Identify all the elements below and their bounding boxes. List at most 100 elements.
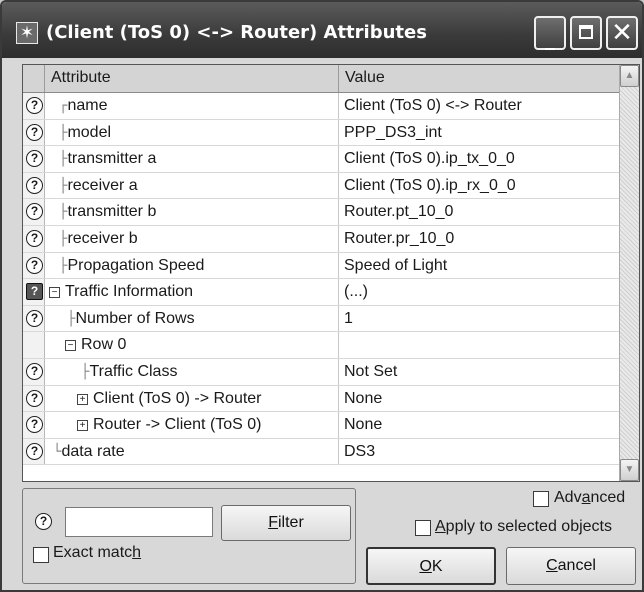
row-help-cell: ? [23, 226, 45, 252]
maximize-icon [579, 25, 593, 39]
maximize-button[interactable] [570, 16, 602, 50]
filter-group: ? Filter Exact match [22, 488, 356, 584]
collapse-icon[interactable]: − [49, 287, 60, 299]
ok-button[interactable]: OK [366, 547, 496, 585]
attribute-cell[interactable]: ├receiver a [45, 172, 339, 199]
help-icon[interactable]: ? [26, 283, 43, 301]
help-icon[interactable]: ? [26, 416, 43, 434]
filter-input[interactable] [65, 507, 213, 537]
help-icon[interactable]: ? [26, 203, 43, 221]
window-title: (Client (ToS 0) <-> Router) Attributes [46, 22, 427, 43]
attribute-cell[interactable]: ├Number of Rows [45, 305, 339, 332]
vertical-scrollbar[interactable]: ▲ ▼ [619, 65, 639, 481]
attribute-label: model [67, 123, 112, 141]
value-cell[interactable] [339, 332, 619, 358]
apply-selected-checkbox[interactable] [415, 520, 431, 536]
apply-mnemonic: A [435, 518, 446, 535]
attribute-cell[interactable]: ├Traffic Class [45, 359, 339, 385]
help-icon[interactable]: ? [26, 309, 43, 327]
table-row[interactable]: − Row 0 [23, 332, 619, 359]
value-cell[interactable]: Client (ToS 0).ip_rx_0_0 [339, 173, 619, 199]
attribute-label: Client (ToS 0) -> Router [93, 389, 262, 407]
help-icon[interactable]: ? [26, 97, 43, 114]
help-icon[interactable]: ? [26, 363, 43, 380]
attribute-cell[interactable]: ┌name [45, 93, 339, 119]
help-icon[interactable]: ? [26, 256, 43, 274]
header-value[interactable]: Value [339, 65, 619, 92]
row-help-cell: ? [23, 305, 45, 332]
value-cell[interactable]: Speed of Light [339, 253, 619, 279]
title-bar[interactable]: ✶ (Client (ToS 0) <-> Router) Attributes… [2, 2, 642, 58]
attribute-cell[interactable]: + Client (ToS 0) -> Router [45, 385, 339, 412]
table-row[interactable]: ? ┌name Client (ToS 0) <-> Router [23, 93, 619, 120]
value-cell[interactable]: Router.pt_10_0 [339, 199, 619, 225]
value-cell[interactable]: Router.pr_10_0 [339, 226, 619, 252]
table-row[interactable]: ? ├Number of Rows 1 [23, 305, 619, 333]
minimize-button[interactable]: _ [534, 16, 566, 50]
value-cell[interactable]: (...) [339, 279, 619, 305]
advanced-checkbox[interactable] [533, 491, 549, 507]
exact-match-label[interactable]: Exact match [53, 544, 141, 562]
scroll-up-icon[interactable]: ▲ [620, 65, 639, 87]
table-row[interactable]: ? ├Propagation Speed Speed of Light [23, 252, 619, 280]
row-help-cell: ? [23, 146, 45, 172]
attribute-cell[interactable]: + Router -> Client (ToS 0) [45, 412, 339, 438]
table-row[interactable]: ? − Traffic Information (...) [23, 279, 619, 306]
value-cell[interactable]: None [339, 386, 619, 412]
filter-button[interactable]: Filter [221, 505, 351, 541]
collapse-icon[interactable]: − [65, 340, 76, 352]
table-row[interactable]: ? ├transmitter b Router.pt_10_0 [23, 199, 619, 226]
apply-selected-label[interactable]: Apply to selected objects [435, 518, 612, 536]
attribute-label: name [67, 97, 108, 114]
scroll-down-icon[interactable]: ▼ [620, 459, 639, 481]
row-help-cell: ? [23, 199, 45, 225]
attribute-label: Propagation Speed [67, 256, 205, 274]
help-icon[interactable]: ? [26, 176, 43, 194]
value-cell[interactable]: Client (ToS 0) <-> Router [339, 93, 619, 119]
help-icon[interactable]: ? [26, 150, 43, 168]
table-row[interactable]: ? └data rate DS3 [23, 438, 619, 466]
advanced-label-pre: Adv [554, 489, 582, 506]
row-help-cell: ? [23, 412, 45, 438]
value-cell[interactable]: Client (ToS 0).ip_tx_0_0 [339, 146, 619, 172]
table-row[interactable]: ? ├receiver a Client (ToS 0).ip_rx_0_0 [23, 172, 619, 200]
value-cell[interactable]: 1 [339, 306, 619, 332]
help-icon[interactable]: ? [26, 123, 43, 141]
attribute-label: Router -> Client (ToS 0) [93, 416, 262, 434]
row-help-cell: ? [23, 119, 45, 146]
exact-match-checkbox[interactable] [33, 547, 49, 563]
table-row[interactable]: ? ├Traffic Class Not Set [23, 359, 619, 386]
cancel-button[interactable]: Cancel [506, 547, 636, 585]
header-attribute[interactable]: Attribute [45, 65, 339, 92]
table-row[interactable]: ? + Router -> Client (ToS 0) None [23, 412, 619, 439]
help-icon[interactable]: ? [35, 513, 52, 530]
table-row[interactable]: ? ├model PPP_DS3_int [23, 119, 619, 147]
table-row[interactable]: ? ├transmitter a Client (ToS 0).ip_tx_0_0 [23, 146, 619, 173]
help-icon[interactable]: ? [26, 389, 43, 407]
table-row[interactable]: ? ├receiver b Router.pr_10_0 [23, 226, 619, 253]
value-cell[interactable]: PPP_DS3_int [339, 120, 619, 146]
value-cell[interactable]: None [339, 412, 619, 438]
advanced-label[interactable]: Advanced [554, 489, 625, 507]
cancel-mnemonic: C [546, 557, 558, 574]
apply-label-post: pply to selected objects [445, 518, 612, 535]
attribute-cell[interactable]: − Traffic Information [45, 279, 339, 305]
attribute-label: transmitter a [67, 150, 157, 168]
close-button[interactable]: ✕ [606, 16, 638, 50]
attribute-cell[interactable]: ├transmitter a [45, 146, 339, 172]
attribute-cell[interactable]: └data rate [45, 438, 339, 465]
table-row[interactable]: ? + Client (ToS 0) -> Router None [23, 385, 619, 413]
attribute-cell[interactable]: ├transmitter b [45, 199, 339, 225]
attribute-cell[interactable]: − Row 0 [45, 332, 339, 358]
help-icon[interactable]: ? [26, 442, 43, 460]
value-cell[interactable]: Not Set [339, 359, 619, 385]
help-icon[interactable]: ? [26, 230, 43, 247]
expand-icon[interactable]: + [77, 420, 88, 432]
attribute-cell[interactable]: ├Propagation Speed [45, 252, 339, 279]
row-help-cell: ? [23, 93, 45, 119]
value-cell[interactable]: DS3 [339, 439, 619, 465]
attribute-table: Attribute Value ? ┌name Client (ToS 0) <->… [22, 64, 640, 482]
attribute-cell[interactable]: ├receiver b [45, 226, 339, 252]
expand-icon[interactable]: + [77, 393, 88, 405]
attribute-cell[interactable]: ├model [45, 119, 339, 146]
